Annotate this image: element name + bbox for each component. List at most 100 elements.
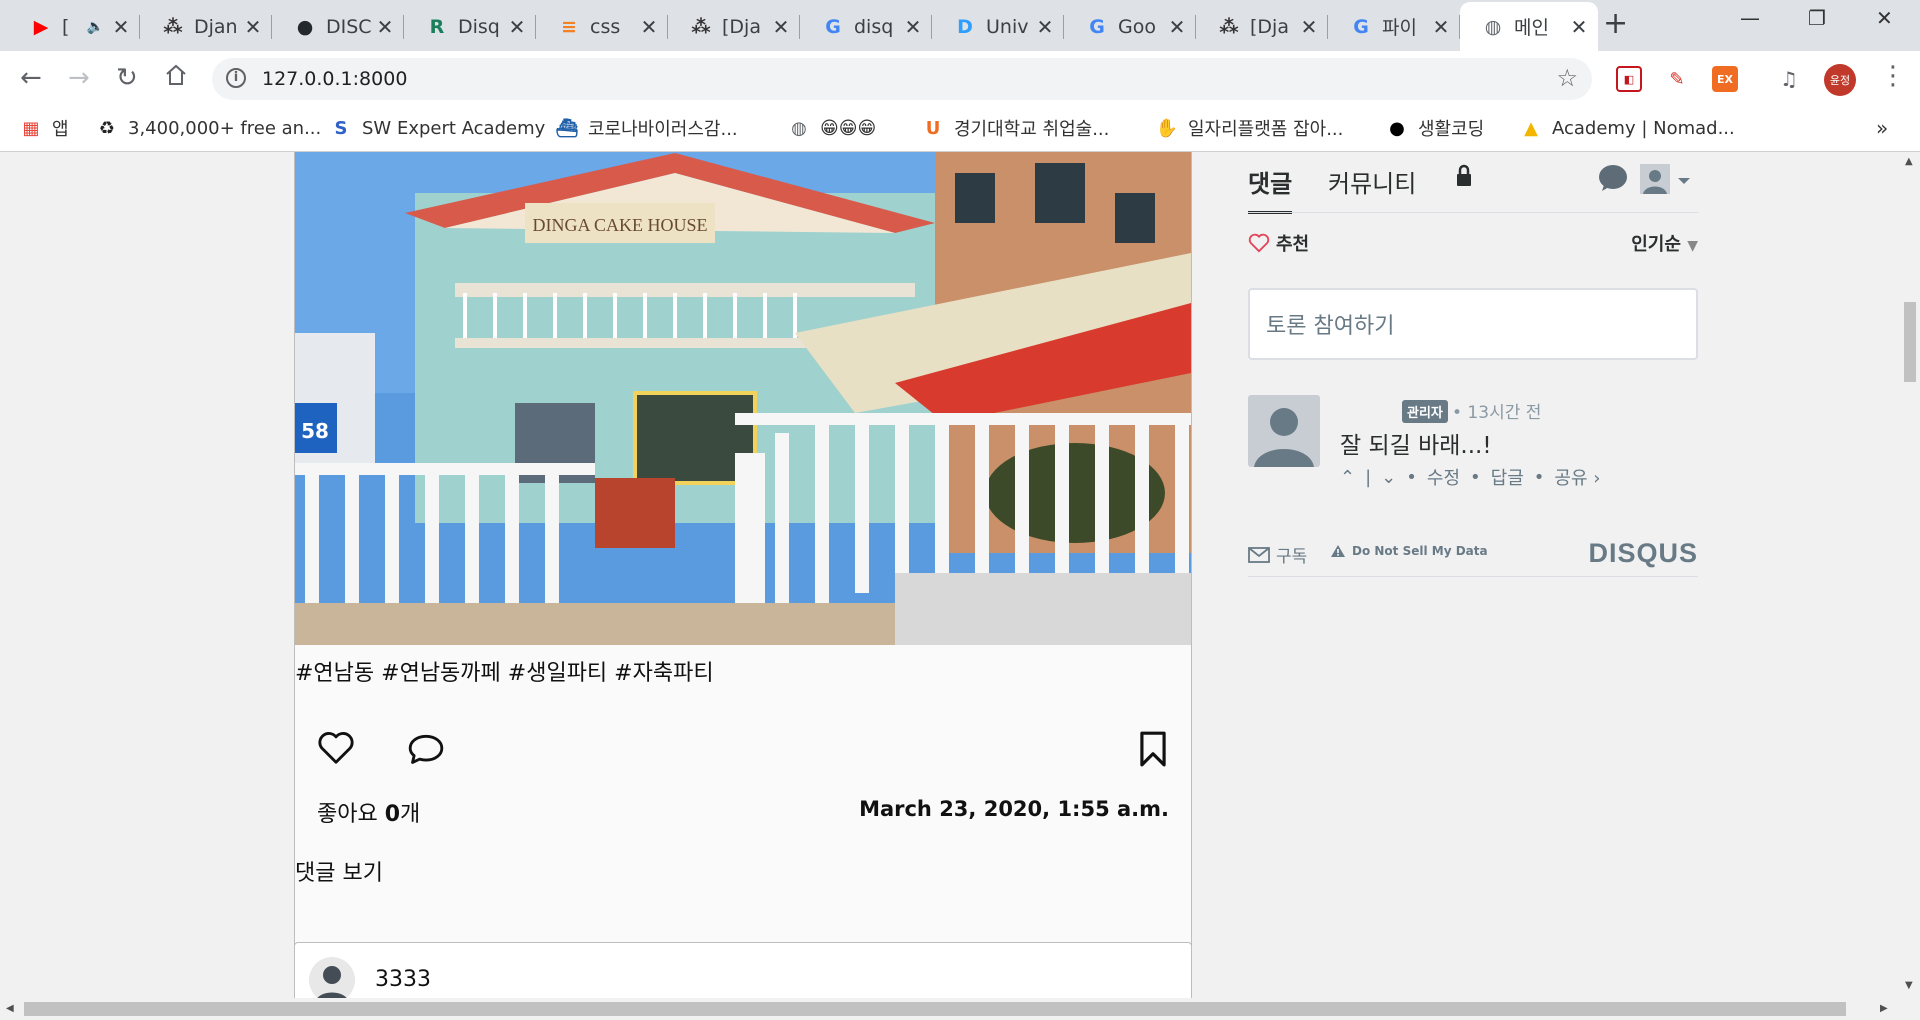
browser-tab[interactable]: R Disq ✕ (404, 2, 536, 51)
u-icon: U (925, 117, 941, 139)
browser-tab[interactable]: ≡ css ✕ (536, 2, 668, 51)
scroll-left-arrow-icon[interactable]: ◀ (6, 1003, 14, 1014)
extension-ex-icon[interactable]: EX (1712, 66, 1738, 92)
upvote-icon[interactable]: ⌃ (1340, 467, 1355, 488)
close-tab-icon[interactable]: ✕ (1568, 15, 1590, 39)
bookmark-item[interactable]: ▦ 앱 (20, 114, 68, 142)
scroll-right-arrow-icon[interactable]: ▶ (1880, 1003, 1888, 1014)
browser-tab[interactable]: G 파이 ✕ (1328, 2, 1460, 51)
close-tab-icon[interactable]: ✕ (506, 15, 528, 39)
restore-button[interactable]: ❐ (1808, 6, 1826, 30)
downvote-icon[interactable]: ⌄ (1381, 467, 1396, 488)
lock-icon[interactable] (1454, 164, 1474, 192)
browser-tab[interactable]: G Goo ✕ (1064, 2, 1196, 51)
extension-pocket-icon[interactable]: ◧ (1616, 66, 1642, 92)
bookmark-item[interactable]: ✋ 일자리플랫폼 잡아... (1156, 114, 1344, 142)
do-not-sell-link[interactable]: Do Not Sell My Data (1330, 544, 1488, 558)
close-tab-icon[interactable]: ✕ (770, 15, 792, 39)
media-control-icon[interactable]: ♫ (1776, 66, 1802, 92)
user-menu-avatar-icon[interactable] (1640, 164, 1696, 200)
bookmark-item[interactable]: S SW Expert Academy (330, 114, 546, 142)
recommend-button[interactable]: 추천 (1248, 230, 1309, 256)
apps-grid-icon: ▦ (22, 117, 40, 139)
close-tab-icon[interactable]: ✕ (1298, 15, 1320, 39)
close-tab-icon[interactable]: ✕ (1430, 15, 1452, 39)
view-comments-link[interactable]: 댓글 보기 (295, 855, 383, 887)
horizontal-scrollbar[interactable]: ◀ ▶ (0, 998, 1920, 1020)
url-text[interactable]: 127.0.0.1:8000 (262, 68, 407, 90)
bookmark-item[interactable]: ◍ 😁😁😁 (788, 114, 876, 142)
browser-tab[interactable]: ▶ [🔈 ✕ (8, 2, 140, 51)
circle-icon: ● (1389, 117, 1405, 139)
moderator-badge: 관리자 (1402, 400, 1448, 423)
close-tab-icon[interactable]: ✕ (1166, 15, 1188, 39)
reload-button[interactable]: ↻ (116, 63, 138, 93)
horizontal-scroll-thumb[interactable] (24, 1002, 1846, 1016)
bookmark-save-icon[interactable] (1137, 730, 1169, 772)
bookmarks-overflow-button[interactable]: » (1876, 116, 1888, 140)
avatar[interactable] (309, 957, 355, 998)
tab-comments[interactable]: 댓글 (1248, 164, 1293, 214)
back-button[interactable]: ← (20, 63, 42, 93)
bookmark-item[interactable]: ▲ Academy | Nomad... (1520, 114, 1735, 142)
sort-dropdown[interactable]: 인기순 ▼ (1631, 230, 1698, 256)
vertical-scroll-thumb[interactable] (1904, 302, 1916, 382)
browser-tab[interactable]: ● DISC ✕ (272, 2, 404, 51)
tab-community[interactable]: 커뮤니티 (1328, 164, 1416, 199)
close-tab-icon[interactable]: ✕ (374, 15, 396, 39)
close-tab-icon[interactable]: ✕ (242, 15, 264, 39)
s-icon: S (334, 117, 348, 139)
close-tab-icon[interactable]: ✕ (902, 15, 924, 39)
profile-avatar[interactable]: 윤정 (1824, 64, 1856, 96)
edit-link[interactable]: 수정 (1427, 464, 1460, 490)
bookmark-item[interactable]: ⛴ 코로나바이러스감... (556, 114, 738, 142)
browser-tab[interactable]: D Univ ✕ (932, 2, 1064, 51)
share-link[interactable]: 공유 › (1554, 464, 1600, 490)
minimize-button[interactable]: — (1740, 6, 1760, 30)
browser-toolbar: ← → ↻ i 127.0.0.1:8000 ☆ ◧ ✎ EX ♫ 윤정 ⋮ (0, 51, 1920, 106)
caret-down-icon: ▼ (1687, 238, 1698, 254)
bookmark-item[interactable]: ♻ 3,400,000+ free an... (96, 114, 321, 142)
address-bar[interactable]: i 127.0.0.1:8000 ☆ (212, 58, 1592, 100)
vertical-scrollbar[interactable]: ▲ ▼ (1900, 152, 1920, 998)
recycle-icon: ♻ (98, 117, 116, 139)
disqus-logo[interactable]: DISQUS (1588, 538, 1698, 569)
subscribe-link[interactable]: 구독 (1248, 542, 1307, 567)
comment-input[interactable]: 토론 참여하기 (1248, 288, 1698, 360)
avatar[interactable] (1248, 395, 1320, 467)
site-info-icon[interactable]: i (226, 68, 246, 88)
like-heart-icon[interactable] (317, 730, 355, 770)
browser-tab[interactable]: ◍ 메인 ✕ (1460, 2, 1598, 51)
close-window-button[interactable]: ✕ (1876, 6, 1893, 30)
post-username[interactable]: 3333 (375, 967, 431, 992)
bookmark-star-icon[interactable]: ☆ (1556, 64, 1578, 92)
browser-tab[interactable]: ⁂ Djan ✕ (140, 2, 272, 51)
comment-bubble-icon[interactable] (407, 731, 445, 771)
tab-title: 메인 (1514, 17, 1549, 39)
close-tab-icon[interactable]: ✕ (1034, 15, 1056, 39)
globe-icon: ◍ (791, 117, 807, 139)
post-image[interactable]: DINGA CAKE HOUSE 58 (295, 152, 1191, 645)
browser-tab[interactable]: ⁂ [Dja ✕ (1196, 2, 1328, 51)
new-tab-button[interactable]: + (1603, 6, 1628, 41)
browser-tab[interactable]: Gdisq ✕ (800, 2, 932, 51)
close-tab-icon[interactable]: ✕ (110, 15, 132, 39)
d-icon: D (957, 15, 973, 38)
scroll-down-arrow-icon[interactable]: ▼ (1905, 980, 1913, 991)
tab-title: Univ (986, 15, 1029, 38)
warning-icon (1331, 545, 1345, 557)
tab-title: DISC (326, 15, 372, 38)
close-tab-icon[interactable]: ✕ (638, 15, 660, 39)
browser-menu-icon[interactable]: ⋮ (1880, 61, 1906, 91)
forward-button[interactable]: → (68, 63, 90, 93)
comment-timestamp[interactable]: • 13시간 전 (1452, 398, 1541, 423)
scroll-up-arrow-icon[interactable]: ▲ (1905, 156, 1913, 167)
bookmark-item[interactable]: U 경기대학교 취업술... (922, 114, 1110, 142)
browser-tab[interactable]: ⁂ [Dja ✕ (668, 2, 800, 51)
home-button[interactable] (164, 63, 188, 94)
bookmark-item[interactable]: ● 생활코딩 (1386, 114, 1484, 142)
notification-bubble-icon[interactable] (1598, 164, 1628, 196)
reply-link[interactable]: 답글 (1491, 464, 1524, 490)
audio-playing-icon[interactable]: 🔈 (87, 19, 104, 35)
extension-pdf-icon[interactable]: ✎ (1664, 66, 1690, 92)
